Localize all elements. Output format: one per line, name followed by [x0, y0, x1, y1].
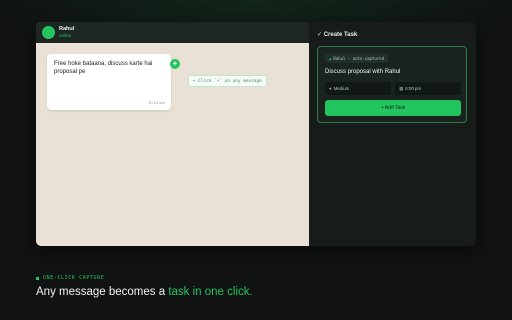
time-value: 6:00 pm [405, 86, 422, 91]
calendar-icon: ▦ [399, 85, 404, 91]
message-bubble[interactable]: Free hoke bataana, discuss karte hai pro… [47, 54, 171, 110]
message-text: Free hoke bataana, discuss karte hai pro… [54, 61, 153, 76]
panel-title: ✓ Create Task [317, 32, 358, 38]
headline-accent: task in one click. [168, 286, 253, 298]
chat-header: Rahul online [36, 22, 309, 43]
app-window: Rahul online Free hoke bataana, discuss … [36, 22, 476, 246]
add-task-plus-button[interactable]: + [170, 59, 180, 69]
bullet-icon [36, 276, 39, 280]
source-tag: ▲ Rahul · auto-captured [325, 54, 388, 63]
hint-tooltip: ← Click `+` on any message [188, 75, 267, 87]
task-card: ▲ Rahul · auto-captured Discuss proposal… [317, 46, 467, 123]
task-title[interactable]: Discuss proposal with Rahul [325, 69, 400, 75]
priority-select[interactable]: ● Medium [325, 82, 391, 95]
person-icon: ▲ [329, 56, 332, 61]
headline: Any message becomes a task in one click. [36, 286, 253, 298]
avatar[interactable] [42, 26, 55, 39]
add-task-label: + Add Task [380, 105, 406, 111]
contact-info: Rahul online [59, 26, 75, 38]
create-task-panel: ✓ Create Task ▲ Rahul · auto-captured Di… [309, 22, 476, 246]
priority-value: Medium [333, 86, 350, 91]
priority-icon: ● [329, 86, 332, 91]
add-task-button[interactable]: + Add Task [325, 100, 461, 116]
contact-name: Rahul [59, 26, 75, 32]
caption-label-text: ONE-CLICK CAPTURE [43, 275, 105, 281]
caption-label: ONE-CLICK CAPTURE [36, 275, 104, 281]
contact-status: online [59, 32, 72, 38]
source-tag-text: Rahul · auto-captured [333, 56, 384, 61]
message-time: 10:24 am [148, 100, 165, 105]
headline-prefix: Any message becomes a [36, 286, 169, 298]
hint-text: ← Click `+` on any message [193, 78, 262, 84]
chat-pane: Rahul online Free hoke bataana, discuss … [36, 22, 309, 246]
time-picker[interactable]: ▦ 6:00 pm [395, 82, 461, 95]
